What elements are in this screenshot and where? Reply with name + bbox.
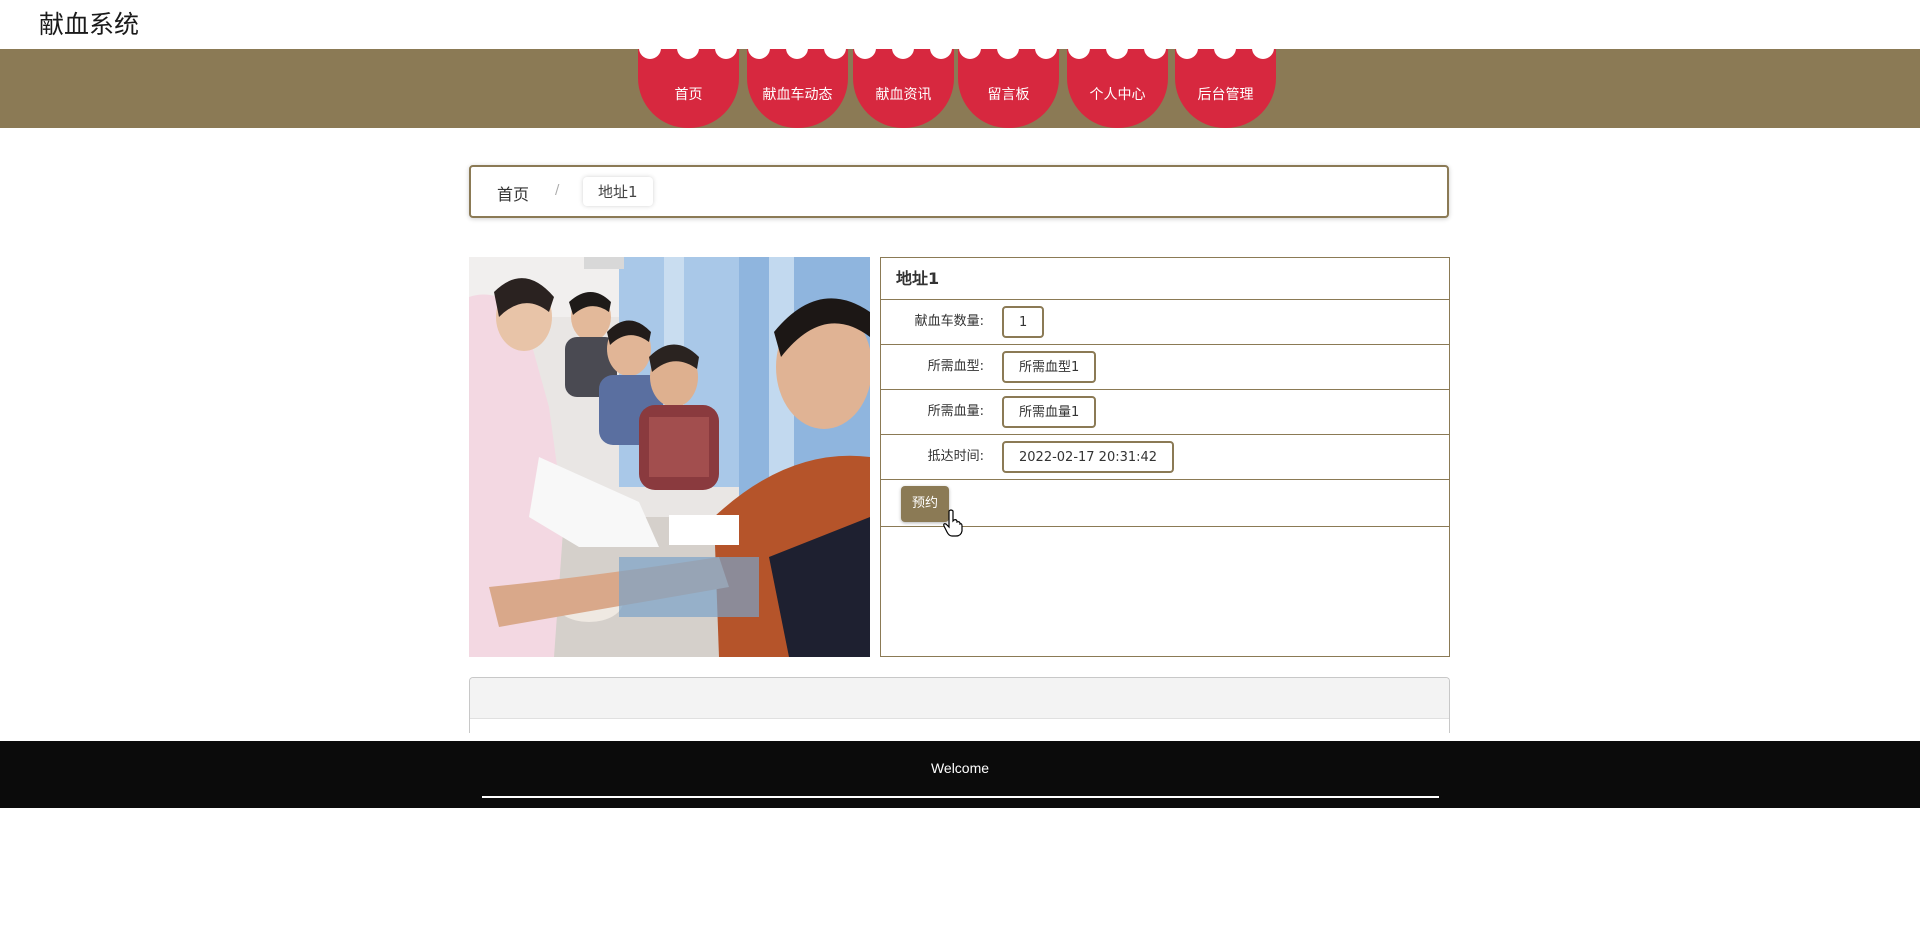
breadcrumb-current: 地址1 — [583, 177, 653, 206]
field-label: 所需血量: — [927, 404, 984, 419]
top-bar: 献血系统 — [0, 0, 1920, 49]
breadcrumb-home-link[interactable]: 首页 — [497, 181, 529, 205]
field-value: 所需血量1 — [1002, 396, 1097, 428]
nav-item-news[interactable]: 献血资讯 — [853, 49, 954, 128]
nav-item-bloodmobile[interactable]: 献血车动态 — [747, 49, 848, 128]
footer: Welcome — [0, 741, 1920, 808]
comment-panel-header — [470, 678, 1449, 719]
field-row-arrival-time: 抵达时间: 2022-02-17 20:31:42 — [881, 435, 1449, 480]
nav-item-label: 留言板 — [987, 87, 1030, 103]
reserve-button[interactable]: 预约 — [901, 486, 949, 522]
main-nav: 首页 献血车动态 献血资讯 留言板 个人中心 后台管理 — [0, 49, 1920, 129]
blood-donation-photo — [469, 257, 870, 657]
nav-item-home[interactable]: 首页 — [638, 49, 739, 128]
field-label: 抵达时间: — [927, 449, 984, 464]
nav-item-admin[interactable]: 后台管理 — [1175, 49, 1276, 128]
site-title: 献血系统 — [39, 10, 140, 39]
nav-item-label: 个人中心 — [1089, 87, 1146, 103]
breadcrumb: 首页 / 地址1 — [469, 165, 1449, 218]
footer-divider — [482, 796, 1439, 798]
breadcrumb-separator: / — [555, 183, 560, 198]
field-row-blood-type: 所需血型: 所需血型1 — [881, 345, 1449, 390]
field-label: 献血车数量: — [914, 314, 984, 329]
field-value: 所需血型1 — [1002, 351, 1097, 383]
nav-item-label: 献血资讯 — [875, 87, 932, 103]
nav-item-label: 献血车动态 — [762, 87, 833, 103]
nav-item-label: 后台管理 — [1197, 87, 1254, 103]
nav-item-label: 首页 — [674, 87, 703, 103]
field-value: 2022-02-17 20:31:42 — [1002, 441, 1175, 473]
hand-cursor-icon — [943, 509, 963, 537]
field-row-blood-volume: 所需血量: 所需血量1 — [881, 390, 1449, 435]
detail-title: 地址1 — [881, 258, 1449, 300]
footer-welcome-text: Welcome — [930, 760, 990, 776]
action-row: 预约 — [881, 480, 1449, 527]
field-label: 所需血型: — [927, 359, 984, 374]
nav-item-message-board[interactable]: 留言板 — [958, 49, 1059, 128]
field-value: 1 — [1002, 306, 1045, 338]
detail-panel: 地址1 献血车数量: 1 所需血型: 所需血型1 所需血量: 所需血量1 抵达时… — [880, 257, 1450, 657]
field-row-vehicle-count: 献血车数量: 1 — [881, 300, 1449, 345]
comment-panel — [469, 677, 1450, 733]
nav-item-profile[interactable]: 个人中心 — [1067, 49, 1168, 128]
